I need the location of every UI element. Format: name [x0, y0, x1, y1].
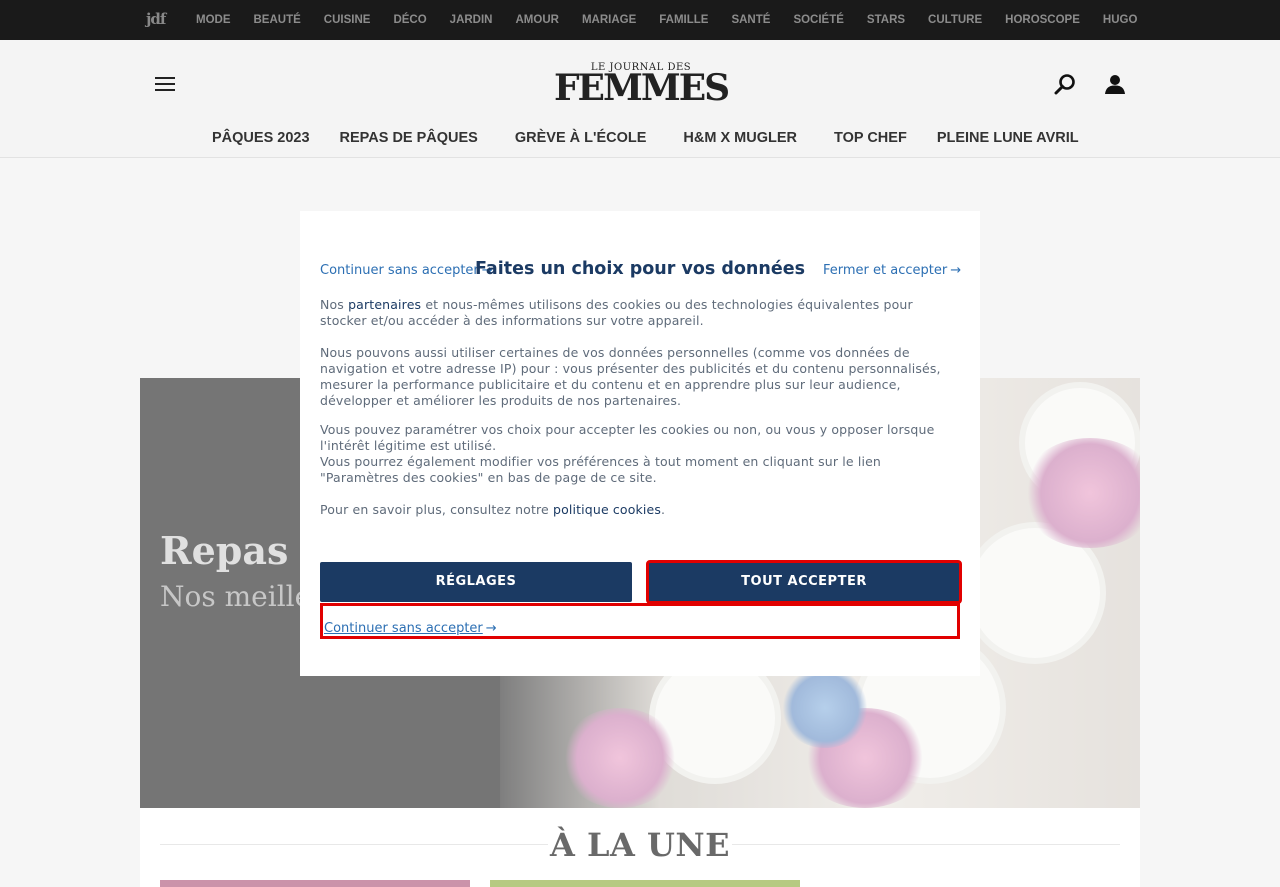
nav-item-mariage[interactable]: MARIAGE — [582, 14, 636, 26]
jdf-logo[interactable]: jdf — [146, 10, 174, 30]
nav-item-culture[interactable]: CULTURE — [928, 14, 982, 26]
nav-item-mode[interactable]: MODE — [196, 14, 231, 26]
cookie-policy-link[interactable]: politique cookies — [553, 502, 661, 517]
nav-item-horoscope[interactable]: HOROSCOPE — [1005, 14, 1080, 26]
hamburger-icon[interactable] — [155, 77, 175, 91]
nav-item-amour[interactable]: AMOUR — [515, 14, 558, 26]
trending-top-chef[interactable]: TOP CHEF — [834, 130, 907, 146]
consent-paragraph-2: Nous pouvons aussi utiliser certaines de… — [320, 345, 941, 408]
section-nav: MODE BEAUTÉ CUISINE DÉCO JARDIN AMOUR MA… — [196, 0, 1160, 40]
nav-item-beaute[interactable]: BEAUTÉ — [254, 14, 301, 26]
continue-without-accepting-box: Continuer sans accepter → — [320, 603, 960, 639]
consent-paragraph-1: Nos partenaires et nous-mêmes utilisons … — [320, 297, 913, 328]
nav-item-sante[interactable]: SANTÉ — [731, 14, 770, 26]
partners-link[interactable]: partenaires — [348, 297, 421, 312]
consent-paragraph-3: Vous pouvez paramétrer vos choix pour ac… — [320, 422, 935, 453]
consent-paragraph-4: Vous pourrez également modifier vos préf… — [320, 454, 881, 485]
nav-item-jardin[interactable]: JARDIN — [450, 14, 493, 26]
trending-topics: PÂQUES 2023 REPAS DE PÂQUES GRÈVE À L'ÉC… — [212, 130, 1109, 146]
search-icon[interactable] — [1054, 73, 1076, 95]
trending-hm-mugler[interactable]: H&M X MUGLER — [683, 130, 797, 146]
trending-greve-ecole[interactable]: GRÈVE À L'ÉCOLE — [515, 130, 647, 146]
nav-item-famille[interactable]: FAMILLE — [659, 14, 708, 26]
site-logo[interactable]: LE JOURNAL DES FEMMES — [554, 62, 730, 109]
trending-pleine-lune[interactable]: PLEINE LUNE AVRIL — [937, 130, 1079, 146]
site-header: LE JOURNAL DES FEMMES PÂQUES 2023 REPAS … — [0, 40, 1280, 158]
nav-item-stars[interactable]: STARS — [867, 14, 905, 26]
continue-without-accepting-link-bottom[interactable]: Continuer sans accepter → — [324, 621, 497, 636]
arrow-right-icon: → — [950, 263, 962, 278]
cookie-consent-dialog: Continuer sans accepter → Faites un choix… — [300, 211, 980, 676]
brand-big-text: FEMMES — [554, 67, 730, 109]
user-icon[interactable] — [1104, 73, 1126, 95]
top-navigation-bar: jdf MODE BEAUTÉ CUISINE DÉCO JARDIN AMOU… — [0, 0, 1280, 40]
nav-item-hugo[interactable]: HUGO — [1103, 14, 1138, 26]
nav-item-cuisine[interactable]: CUISINE — [324, 14, 371, 26]
consent-paragraph-5: Pour en savoir plus, consultez notre pol… — [320, 502, 666, 517]
settings-button[interactable]: RÉGLAGES — [320, 562, 632, 602]
trending-repas-paques[interactable]: REPAS DE PÂQUES — [340, 130, 478, 146]
nav-item-societe[interactable]: SOCIÉTÉ — [793, 14, 843, 26]
trending-paques-2023[interactable]: PÂQUES 2023 — [212, 130, 310, 146]
close-and-accept-link[interactable]: Fermer et accepter → — [823, 263, 961, 278]
arrow-right-icon: → — [485, 621, 497, 636]
accept-all-button[interactable]: TOUT ACCEPTER — [646, 560, 962, 604]
nav-item-deco[interactable]: DÉCO — [393, 14, 426, 26]
